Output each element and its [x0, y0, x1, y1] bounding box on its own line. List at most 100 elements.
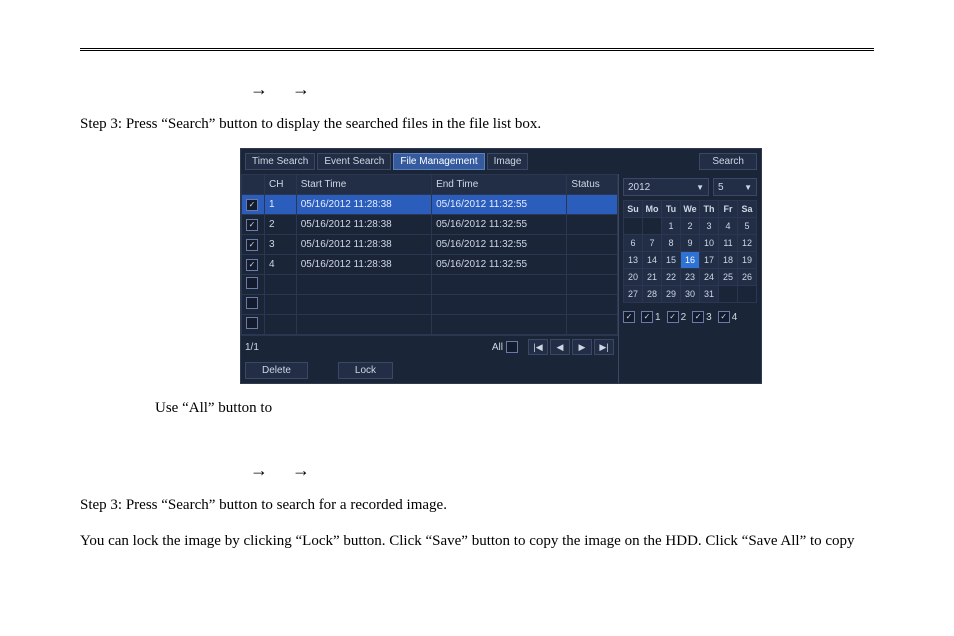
- calendar-day[interactable]: 17: [700, 252, 719, 269]
- weekday-header: Fr: [719, 201, 738, 218]
- breadcrumb-arrows-1: →→: [250, 79, 874, 100]
- channel-label: 3: [706, 312, 712, 323]
- weekday-header: We: [681, 201, 700, 218]
- calendar-day[interactable]: 27: [624, 286, 643, 303]
- use-all-text: Use “All” button to: [155, 396, 874, 420]
- calendar-day[interactable]: 10: [700, 235, 719, 252]
- channel-item[interactable]: 2: [667, 311, 687, 323]
- calendar-day[interactable]: 25: [719, 269, 738, 286]
- calendar-day: [624, 218, 643, 235]
- cell-ch: 3: [265, 235, 297, 255]
- calendar-day[interactable]: 29: [662, 286, 681, 303]
- row-checkbox[interactable]: [246, 317, 258, 329]
- tab-image[interactable]: Image: [487, 153, 529, 170]
- col-status: Status: [567, 175, 618, 195]
- channel-checkbox[interactable]: [692, 311, 704, 323]
- row-checkbox[interactable]: [246, 297, 258, 309]
- calendar-day[interactable]: 7: [643, 235, 662, 252]
- month-select[interactable]: 5▼: [713, 178, 757, 196]
- table-row[interactable]: 205/16/2012 11:28:3805/16/2012 11:32:55: [242, 215, 618, 235]
- cell-ch: 2: [265, 215, 297, 235]
- step3b-text: Step 3: Press “Search” button to search …: [80, 493, 874, 517]
- calendar-day: [719, 286, 738, 303]
- channel-all-checkbox[interactable]: [623, 311, 635, 323]
- channel-checkbox[interactable]: [718, 311, 730, 323]
- calendar-day[interactable]: 18: [719, 252, 738, 269]
- calendar-day[interactable]: 31: [700, 286, 719, 303]
- row-checkbox[interactable]: [246, 259, 258, 271]
- channel-label: 4: [732, 312, 738, 323]
- calendar-day[interactable]: 30: [681, 286, 700, 303]
- table-row[interactable]: 405/16/2012 11:28:3805/16/2012 11:32:55: [242, 255, 618, 275]
- page-indicator: 1/1: [245, 342, 492, 353]
- chevron-down-icon: ▼: [744, 183, 752, 192]
- calendar-day[interactable]: 26: [738, 269, 757, 286]
- channel-checkbox[interactable]: [641, 311, 653, 323]
- col-start: Start Time: [296, 175, 431, 195]
- channel-item[interactable]: 1: [641, 311, 661, 323]
- cell-start: 05/16/2012 11:28:38: [296, 235, 431, 255]
- calendar-day[interactable]: 9: [681, 235, 700, 252]
- weekday-header: Sa: [738, 201, 757, 218]
- weekday-header: Mo: [643, 201, 662, 218]
- calendar-day[interactable]: 6: [624, 235, 643, 252]
- col-end: End Time: [432, 175, 567, 195]
- row-checkbox[interactable]: [246, 239, 258, 251]
- pager-prev[interactable]: ◀: [550, 339, 570, 355]
- calendar-day[interactable]: 15: [662, 252, 681, 269]
- all-checkbox[interactable]: [506, 341, 518, 353]
- pager-first[interactable]: |◀: [528, 339, 548, 355]
- cell-end: 05/16/2012 11:32:55: [432, 195, 567, 215]
- delete-button[interactable]: Delete: [245, 362, 308, 379]
- table-row[interactable]: 105/16/2012 11:28:3805/16/2012 11:32:55: [242, 195, 618, 215]
- pager-last[interactable]: ▶|: [594, 339, 614, 355]
- table-row: [242, 275, 618, 295]
- chevron-down-icon: ▼: [696, 183, 704, 192]
- cell-start: 05/16/2012 11:28:38: [296, 215, 431, 235]
- calendar-day[interactable]: 22: [662, 269, 681, 286]
- channel-label: 1: [655, 312, 661, 323]
- lock-button[interactable]: Lock: [338, 362, 393, 379]
- row-checkbox[interactable]: [246, 199, 258, 211]
- channel-item[interactable]: 3: [692, 311, 712, 323]
- calendar-day[interactable]: 8: [662, 235, 681, 252]
- cell-ch: 1: [265, 195, 297, 215]
- calendar-day[interactable]: 23: [681, 269, 700, 286]
- calendar-day: [643, 218, 662, 235]
- calendar-day[interactable]: 12: [738, 235, 757, 252]
- pager-next[interactable]: ▶: [572, 339, 592, 355]
- tab-time-search[interactable]: Time Search: [245, 153, 315, 170]
- calendar-day[interactable]: 1: [662, 218, 681, 235]
- year-select[interactable]: 2012▼: [623, 178, 709, 196]
- row-checkbox[interactable]: [246, 219, 258, 231]
- calendar-day[interactable]: 3: [700, 218, 719, 235]
- cell-ch: 4: [265, 255, 297, 275]
- channel-item[interactable]: 4: [718, 311, 738, 323]
- channel-checkbox[interactable]: [667, 311, 679, 323]
- calendar-day[interactable]: 13: [624, 252, 643, 269]
- cell-end: 05/16/2012 11:32:55: [432, 255, 567, 275]
- col-checkbox: [242, 175, 265, 195]
- file-management-screenshot: Time Search Event Search File Management…: [240, 148, 762, 384]
- tab-event-search[interactable]: Event Search: [317, 153, 391, 170]
- calendar-day[interactable]: 24: [700, 269, 719, 286]
- search-button[interactable]: Search: [699, 153, 757, 170]
- calendar-day[interactable]: 20: [624, 269, 643, 286]
- calendar-day[interactable]: 2: [681, 218, 700, 235]
- calendar-day[interactable]: 19: [738, 252, 757, 269]
- calendar-day[interactable]: 16: [681, 252, 700, 269]
- tab-file-management[interactable]: File Management: [393, 153, 484, 170]
- calendar-day[interactable]: 14: [643, 252, 662, 269]
- calendar-day[interactable]: 11: [719, 235, 738, 252]
- lock-save-text: You can lock the image by clicking “Lock…: [80, 529, 874, 553]
- calendar-day[interactable]: 21: [643, 269, 662, 286]
- calendar-day[interactable]: 4: [719, 218, 738, 235]
- channel-label: 2: [681, 312, 687, 323]
- calendar-day[interactable]: 28: [643, 286, 662, 303]
- table-row[interactable]: 305/16/2012 11:28:3805/16/2012 11:32:55: [242, 235, 618, 255]
- weekday-header: Tu: [662, 201, 681, 218]
- calendar-day[interactable]: 5: [738, 218, 757, 235]
- cell-start: 05/16/2012 11:28:38: [296, 195, 431, 215]
- table-row: [242, 315, 618, 335]
- row-checkbox[interactable]: [246, 277, 258, 289]
